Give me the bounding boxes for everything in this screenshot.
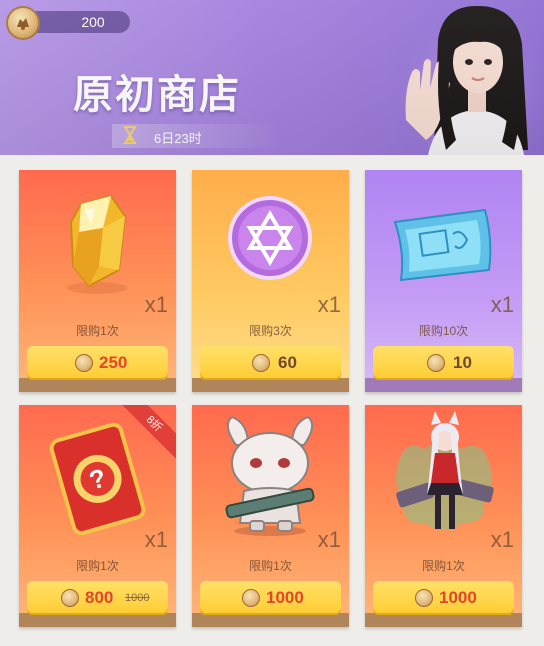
purchase-limit: 限购1次: [76, 559, 119, 573]
buy-button[interactable]: 10: [373, 346, 514, 380]
purchase-limit: 限购1次: [249, 559, 292, 573]
shop-item-card[interactable]: x1 限购10次 10: [365, 170, 522, 392]
purchase-limit: 限购1次: [76, 324, 119, 338]
next-row-peek: [0, 638, 544, 646]
page-title: 原初商店: [73, 73, 241, 117]
shop-item-card[interactable]: x1 限购1次 250: [19, 170, 176, 392]
hourglass-icon: [120, 125, 140, 150]
coin-icon: [427, 354, 445, 372]
purchase-limit: 限购10次: [418, 324, 469, 338]
shop-header: 200 原初商店 6日23时: [0, 0, 544, 155]
shop-coin-icon: [6, 6, 40, 40]
shop-item-card[interactable]: x1 限购1次 1000: [192, 405, 349, 627]
item-price: 1000: [266, 588, 304, 607]
item-price: 1000: [439, 588, 477, 607]
card-base: [192, 378, 349, 392]
refresh-timer: 6日23时: [112, 122, 292, 150]
item-quantity: x1: [317, 292, 341, 317]
item-price: 10: [453, 353, 472, 372]
item-quantity: x1: [144, 292, 168, 317]
item-quantity: x1: [317, 527, 341, 552]
timer-text: 6日23时: [154, 131, 202, 146]
item-quantity: x1: [490, 292, 514, 317]
shop-item-card[interactable]: x1 限购3次 60: [192, 170, 349, 392]
currency-display: 200: [6, 6, 130, 40]
shop-host-portrait: [398, 0, 544, 155]
card-base: [192, 613, 349, 627]
coin-icon: [242, 589, 260, 607]
item-quantity: x1: [490, 527, 514, 552]
item-price: 800: [85, 588, 114, 607]
card-base: [365, 613, 522, 627]
purchase-limit: 限购3次: [249, 324, 292, 338]
currency-amount: 200: [81, 14, 105, 30]
card-base: [365, 378, 522, 392]
coin-icon: [252, 354, 270, 372]
shop-item-card[interactable]: x1 限购1次 1000: [365, 405, 522, 627]
original-price: 1000: [125, 592, 150, 604]
buy-button[interactable]: 60: [200, 346, 341, 380]
coin-icon: [415, 589, 433, 607]
buy-button[interactable]: 1000: [373, 581, 514, 615]
coin-icon: [75, 354, 93, 372]
coin-icon: [61, 589, 79, 607]
purchase-limit: 限购1次: [422, 559, 465, 573]
item-quantity: x1: [144, 527, 168, 552]
item-price: 250: [99, 353, 128, 372]
card-base: [19, 613, 176, 627]
buy-button[interactable]: 1000: [200, 581, 341, 615]
shop-item-card[interactable]: 8折 ? x1 限购1次 800 1000: [19, 405, 176, 627]
buy-button[interactable]: 800 1000: [27, 581, 168, 615]
card-base: [19, 378, 176, 392]
buy-button[interactable]: 250: [27, 346, 168, 380]
item-price: 60: [278, 353, 297, 372]
